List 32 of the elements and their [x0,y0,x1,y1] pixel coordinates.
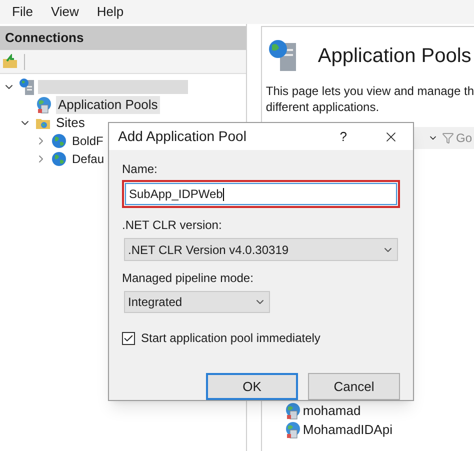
globe-icon [51,133,67,149]
globe-icon [51,151,67,167]
filter-icon [442,132,454,144]
page-title: Application Pools [318,44,472,69]
name-label: Name: [122,161,158,178]
dialog-title: Add Application Pool [118,127,248,146]
tree-item[interactable]: Application Pools [56,96,160,114]
menu-item[interactable]: File [12,2,33,22]
tree-item[interactable]: Defau [70,150,106,168]
help-button[interactable]: ? [340,126,347,146]
name-field[interactable]: SubApp_IDPWeb [122,180,400,208]
tree-item[interactable]: BoldF [70,132,106,150]
start-checkbox[interactable] [122,332,135,344]
pipeline-mode-label: Managed pipeline mode: [122,270,254,287]
menu-item[interactable]: Help [96,2,124,22]
clr-version-dropdown[interactable]: .NET CLR Version v4.0.30319 [124,238,398,261]
menu-item[interactable]: View [50,2,79,22]
pool-item[interactable]: MohamadIDApi [302,420,392,440]
dialog-button[interactable]: Cancel [308,373,400,400]
connections-header: Connections [0,26,246,50]
application-pool-icon [284,402,302,420]
application-pool-icon [284,420,302,438]
dialog-button[interactable]: OK [206,373,298,400]
clr-version-label: .NET CLR version: [122,217,223,234]
start-checkbox-label: Start application pool immediately [141,330,320,347]
application-pool-icon [35,96,53,114]
pipeline-mode-dropdown[interactable]: Integrated [124,291,270,313]
tree-item[interactable]: Sites [54,114,87,132]
page-description: This page lets you view and manage th different applications. [266,83,474,115]
pool-item[interactable]: mohamad [302,400,361,420]
connect-folder-icon[interactable] [2,54,18,70]
server-icon [19,78,35,96]
